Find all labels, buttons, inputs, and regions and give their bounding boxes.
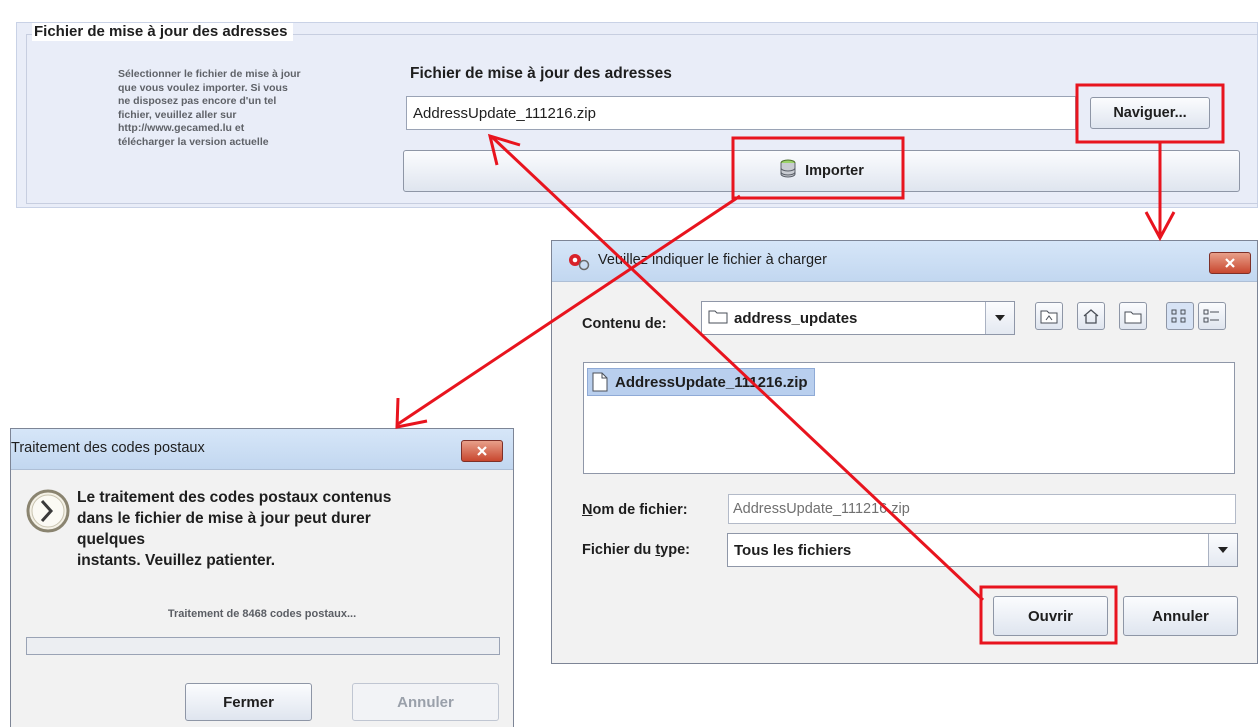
home-button[interactable] bbox=[1077, 302, 1105, 330]
chevron-down-icon[interactable] bbox=[1208, 534, 1237, 566]
new-folder-button[interactable] bbox=[1119, 302, 1147, 330]
processing-close-button[interactable] bbox=[461, 440, 503, 462]
app-icon bbox=[566, 251, 592, 278]
up-folder-icon bbox=[1040, 310, 1058, 324]
filename-input[interactable] bbox=[728, 494, 1236, 524]
filetype-value: Tous les fichiers bbox=[734, 541, 852, 559]
group-title: Fichier de mise à jour des adresses bbox=[32, 23, 294, 41]
open-button[interactable]: Ouvrir bbox=[993, 596, 1108, 636]
filename-label-mnemonic: N bbox=[582, 502, 593, 518]
arrowhead bbox=[1144, 211, 1176, 242]
message-line: dans le fichier de mise à jour peut dure… bbox=[77, 510, 371, 527]
close-icon bbox=[1225, 258, 1235, 268]
filetype-label-end: ype: bbox=[660, 542, 690, 558]
import-description: Sélectionner le fichier de mise à jour q… bbox=[118, 68, 388, 150]
filetype-label-start: Fichier du bbox=[582, 542, 656, 558]
up-folder-button[interactable] bbox=[1035, 302, 1063, 330]
processing-title: Traitement des codes postaux bbox=[11, 440, 205, 456]
filetype-select[interactable]: Tous les fichiers bbox=[727, 533, 1238, 567]
file-list[interactable]: AddressUpdate_111216.zip bbox=[583, 362, 1235, 474]
processing-cancel-button: Annuler bbox=[352, 683, 499, 721]
file-chooser-titlebar: Veuillez indiquer le fichier à charger bbox=[552, 241, 1257, 282]
file-field-label: Fichier de mise à jour des adresses bbox=[410, 65, 672, 82]
look-in-label: Contenu de: bbox=[582, 316, 667, 332]
close-button[interactable]: Fermer bbox=[185, 683, 312, 721]
cancel-button[interactable]: Annuler bbox=[1123, 596, 1238, 636]
processing-status: Traitement de 8468 codes postaux... bbox=[167, 608, 357, 620]
look-in-combo[interactable]: address_updates bbox=[701, 301, 1015, 335]
filetype-label: Fichier du type: bbox=[582, 542, 690, 558]
browse-button[interactable]: Naviguer... bbox=[1090, 97, 1210, 129]
message-line: quelques bbox=[77, 531, 146, 548]
import-button[interactable]: Importer bbox=[403, 150, 1240, 192]
description-line: http://www.gecamed.lu et bbox=[118, 122, 245, 135]
import-button-label: Importer bbox=[805, 163, 864, 179]
description-line: que vous voulez importer. Si vous bbox=[118, 81, 288, 94]
database-icon bbox=[779, 159, 797, 183]
file-name: AddressUpdate_111216.zip bbox=[615, 373, 808, 391]
file-chooser-title: Veuillez indiquer le fichier à charger bbox=[598, 252, 827, 268]
arrowhead bbox=[395, 397, 428, 429]
description-line: ne disposez pas encore d'un tel bbox=[118, 95, 277, 108]
file-path-input[interactable] bbox=[406, 96, 1076, 130]
progress-bar bbox=[26, 637, 500, 655]
description-line: fichier, veuillez aller sur bbox=[118, 108, 237, 121]
file-icon bbox=[592, 372, 608, 392]
message-line: instants. Veuillez patienter. bbox=[77, 552, 276, 569]
list-item[interactable]: AddressUpdate_111216.zip bbox=[587, 368, 815, 396]
processing-titlebar: Traitement des codes postaux bbox=[11, 429, 513, 470]
folder-icon bbox=[708, 308, 728, 329]
chevron-down-icon[interactable] bbox=[985, 302, 1014, 334]
list-view-icon bbox=[1171, 309, 1186, 323]
filename-label-text: om de fichier: bbox=[592, 502, 688, 518]
description-line: télécharger la version actuelle bbox=[118, 135, 269, 148]
description-line: Sélectionner le fichier de mise à jour bbox=[118, 68, 301, 80]
file-chooser-close-button[interactable] bbox=[1209, 252, 1251, 274]
home-icon bbox=[1083, 309, 1099, 324]
details-view-button[interactable] bbox=[1198, 302, 1226, 330]
details-view-icon bbox=[1203, 309, 1219, 323]
look-in-value: address_updates bbox=[734, 309, 858, 327]
processing-message: Le traitement des codes postaux contenus… bbox=[77, 487, 497, 571]
filename-label: Nom de fichier: bbox=[582, 502, 688, 518]
message-line: Le traitement des codes postaux contenus bbox=[77, 489, 392, 506]
close-icon bbox=[477, 446, 487, 456]
clock-icon bbox=[24, 487, 72, 540]
new-folder-icon bbox=[1124, 311, 1142, 324]
list-view-button[interactable] bbox=[1166, 302, 1194, 330]
